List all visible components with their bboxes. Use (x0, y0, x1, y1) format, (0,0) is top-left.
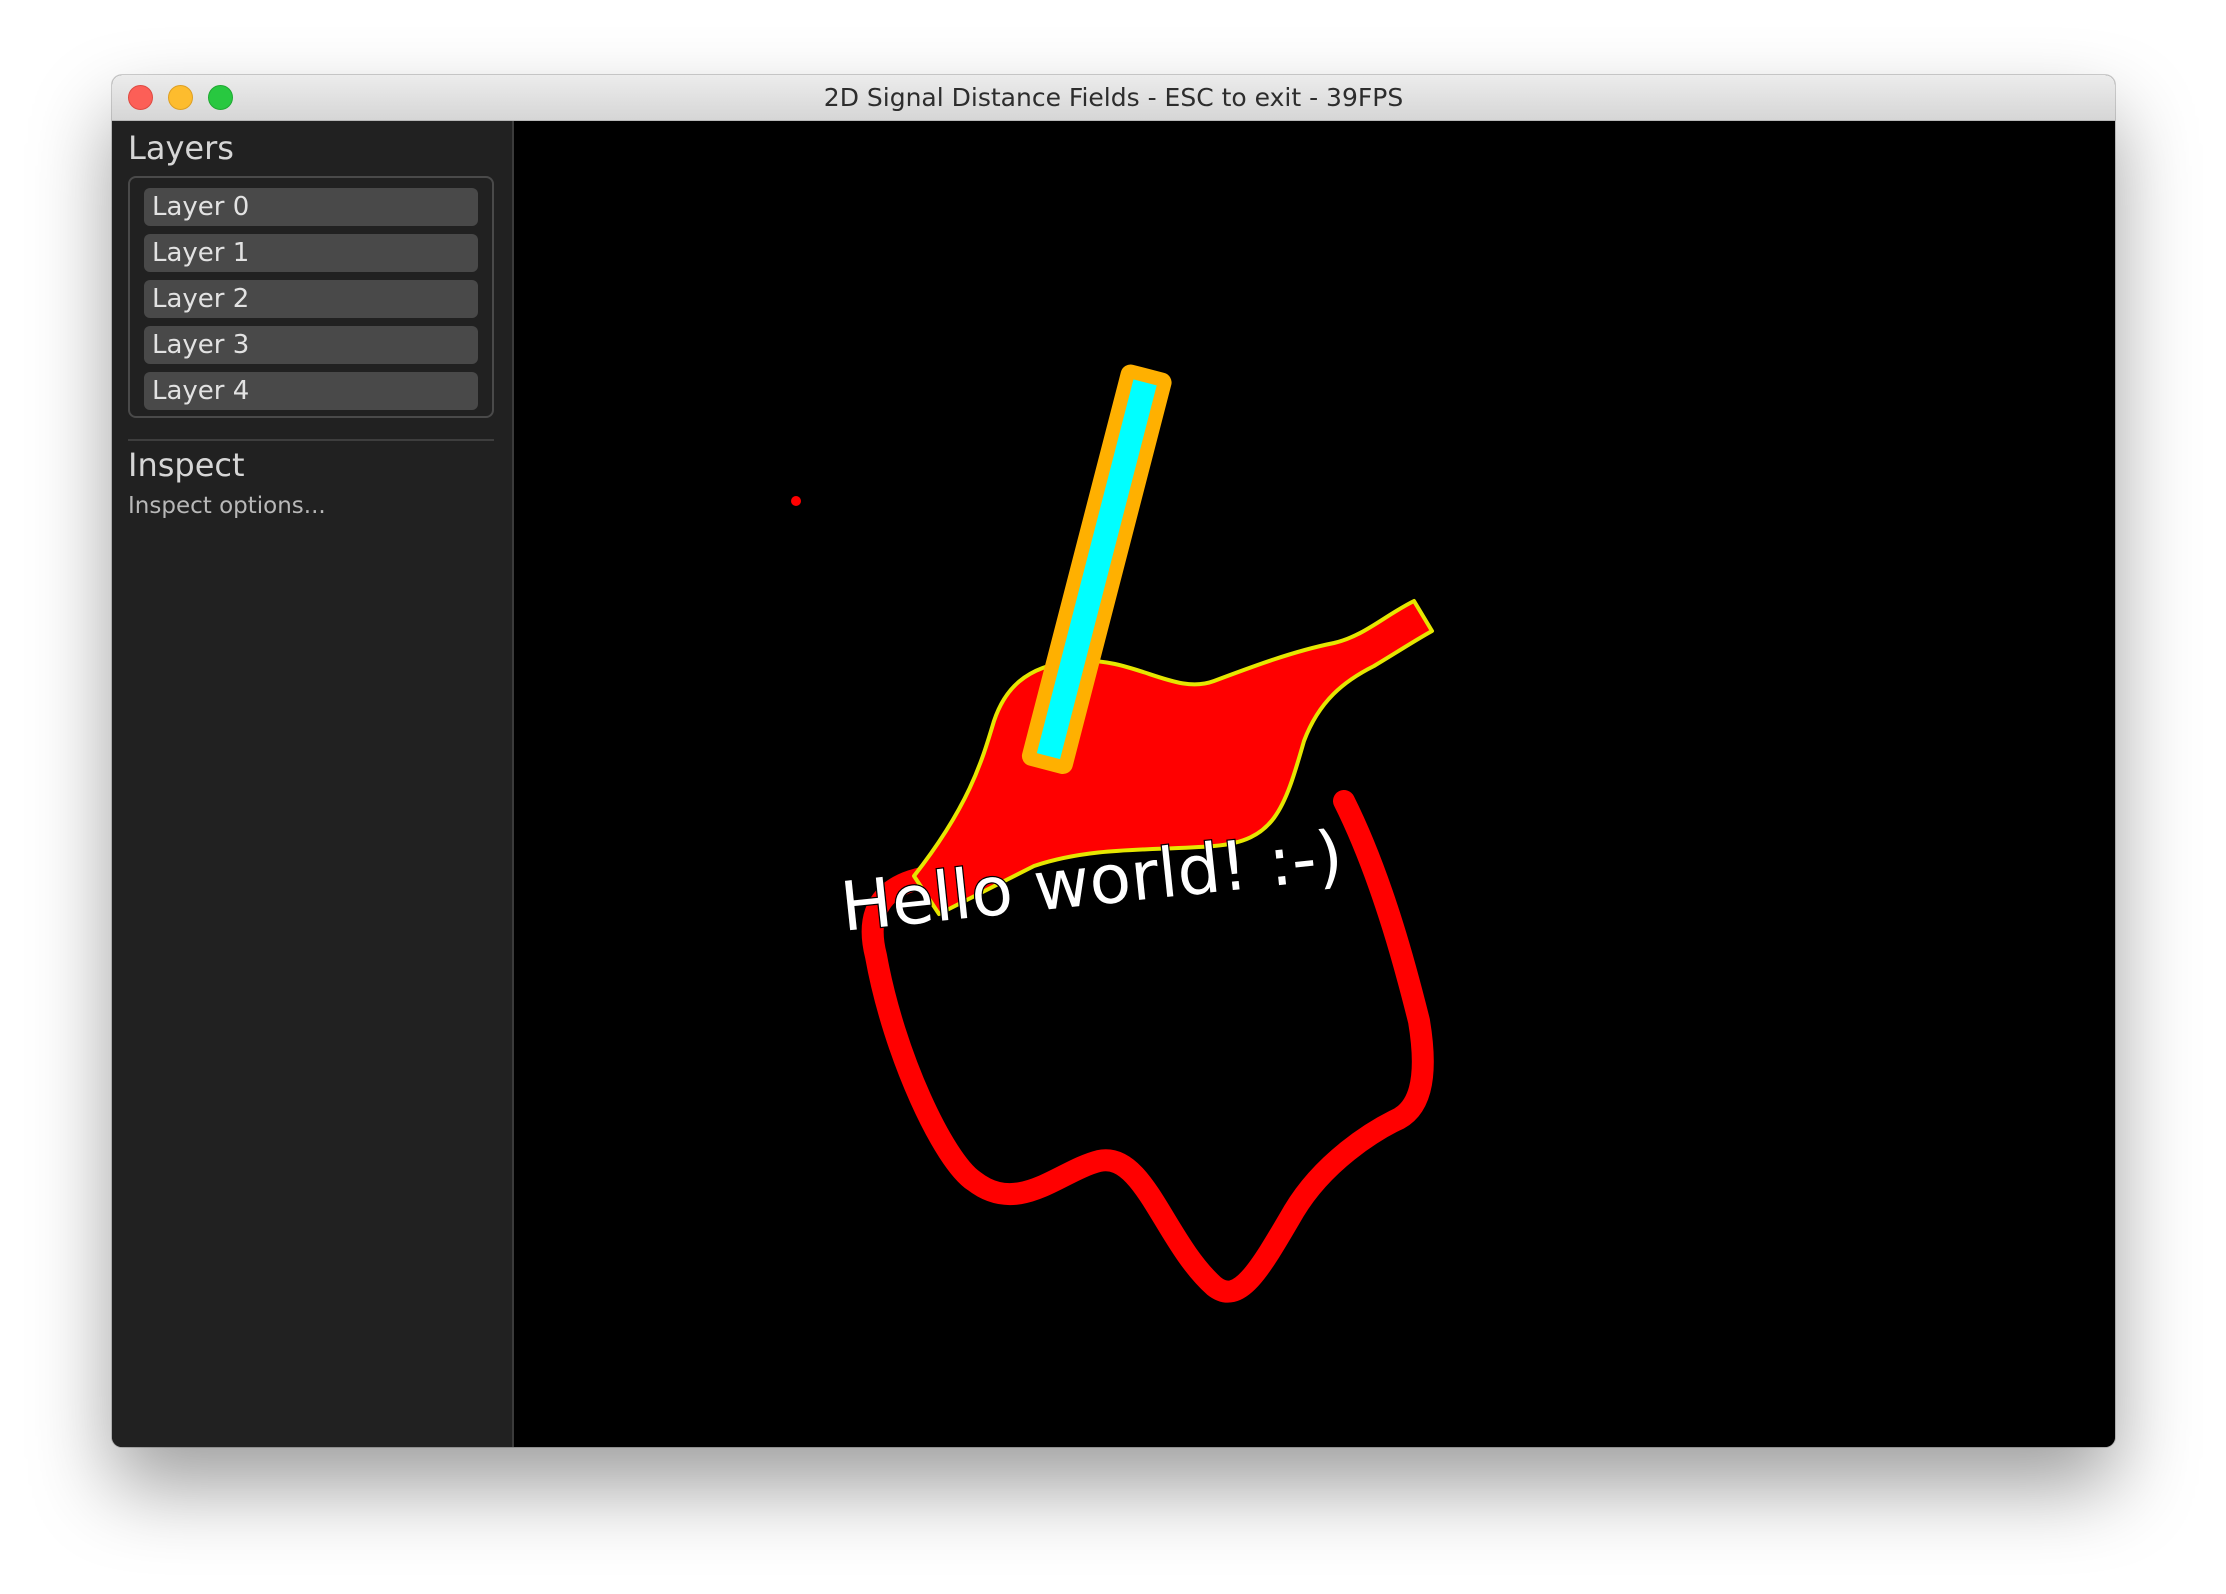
inspect-options-text: Inspect options... (128, 493, 326, 519)
window-title: 2D Signal Distance Fields - ESC to exit … (823, 83, 1404, 112)
sidebar: Layers Layer 0 Layer 1 Layer 2 Layer 3 L… (112, 121, 514, 1447)
layer-3-button[interactable]: Layer 3 (144, 326, 478, 364)
layers-list: Layer 0 Layer 1 Layer 2 Layer 3 Layer 4 (128, 176, 494, 418)
scene-svg: Hello world! :-) (791, 364, 1434, 1303)
layer-2-button[interactable]: Layer 2 (144, 280, 478, 318)
layers-heading: Layers (128, 129, 234, 167)
section-divider (128, 439, 494, 441)
render-canvas[interactable]: Hello world! :-) (514, 121, 2115, 1447)
app-window: 2D Signal Distance Fields - ESC to exit … (112, 75, 2115, 1447)
layer-1-button[interactable]: Layer 1 (144, 234, 478, 272)
inspect-heading: Inspect (128, 446, 245, 484)
layer-4-button[interactable]: Layer 4 (144, 372, 478, 410)
title-bar[interactable]: 2D Signal Distance Fields - ESC to exit … (112, 75, 2115, 121)
layer-0-button[interactable]: Layer 0 (144, 188, 478, 226)
red-dot (791, 496, 801, 506)
